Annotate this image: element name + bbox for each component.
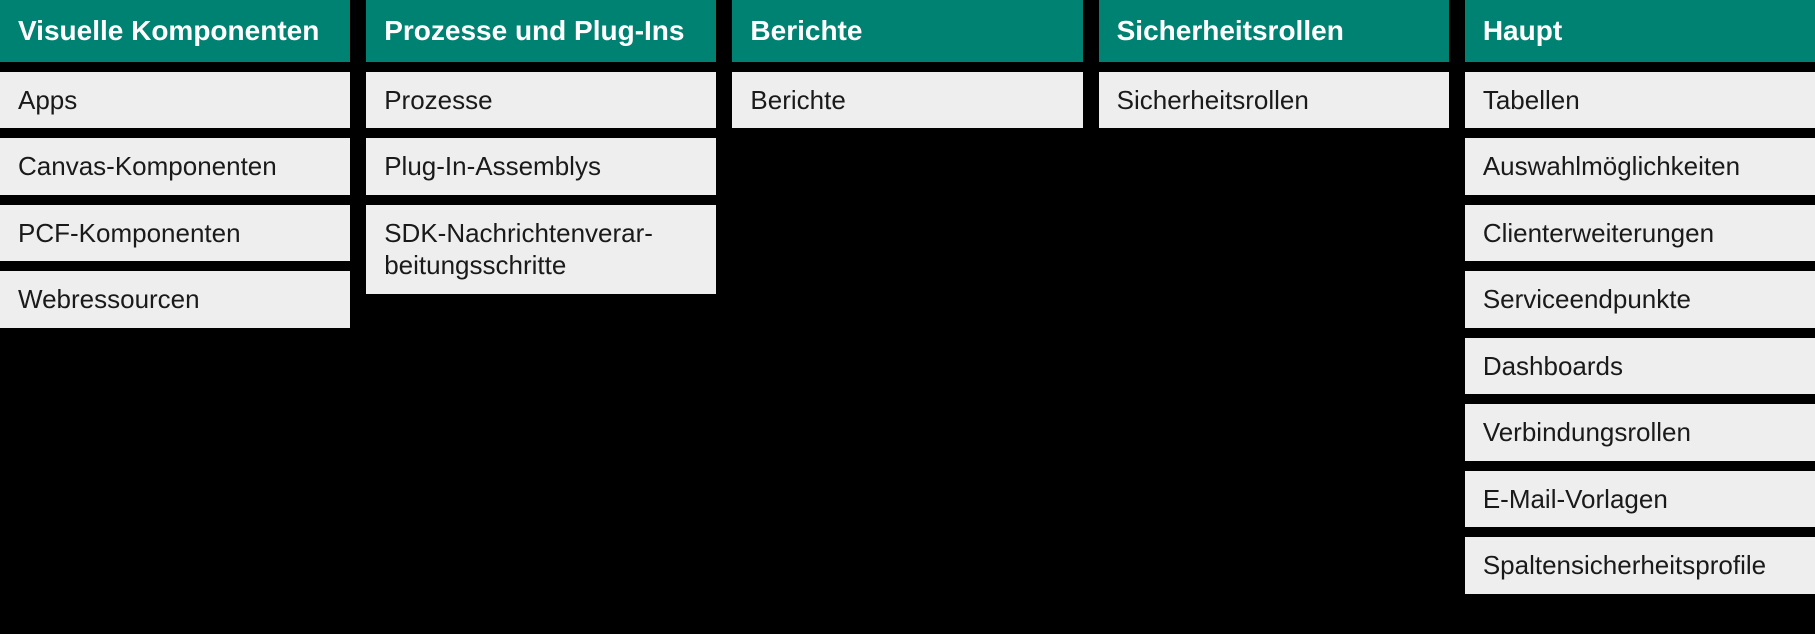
column-header: Prozesse und Plug-Ins [366, 0, 716, 72]
category-container: Visuelle Komponenten Apps Canvas-Kompone… [0, 0, 1815, 634]
column-haupt: Haupt Tabellen Auswahlmöglichkeiten Clie… [1465, 0, 1815, 604]
item-serviceendpunkte[interactable]: Serviceendpunkte [1465, 271, 1815, 338]
column-header: Sicherheitsrollen [1099, 0, 1449, 72]
item-plugin-assemblys[interactable]: Plug-In-Assemblys [366, 138, 716, 205]
column-header: Haupt [1465, 0, 1815, 72]
item-sdk-nachrichten[interactable]: SDK-Nachrichtenverar­beitungsschritte [366, 205, 716, 304]
item-apps[interactable]: Apps [0, 72, 350, 139]
item-berichte[interactable]: Berichte [732, 72, 1082, 139]
item-dashboards[interactable]: Dashboards [1465, 338, 1815, 405]
item-spaltensicherheitsprofile[interactable]: Spaltensicherheitsprofile [1465, 537, 1815, 604]
item-tabellen[interactable]: Tabellen [1465, 72, 1815, 139]
item-canvas-komponenten[interactable]: Canvas-Komponenten [0, 138, 350, 205]
item-verbindungsrollen[interactable]: Verbindungsrollen [1465, 404, 1815, 471]
column-visuelle-komponenten: Visuelle Komponenten Apps Canvas-Kompone… [0, 0, 350, 338]
item-sicherheitsrollen[interactable]: Sicherheitsrollen [1099, 72, 1449, 139]
column-header: Berichte [732, 0, 1082, 72]
item-pcf-komponenten[interactable]: PCF-Komponenten [0, 205, 350, 272]
column-header: Visuelle Komponenten [0, 0, 350, 72]
column-prozesse-und-plugins: Prozesse und Plug-Ins Prozesse Plug-In-A… [366, 0, 716, 304]
column-berichte: Berichte Berichte [732, 0, 1082, 138]
item-prozesse[interactable]: Prozesse [366, 72, 716, 139]
item-auswahlmoeglichkeiten[interactable]: Auswahlmöglichkeiten [1465, 138, 1815, 205]
column-sicherheitsrollen: Sicherheitsrollen Sicherheitsrollen [1099, 0, 1449, 138]
item-clienterweiterungen[interactable]: Clienterweiterungen [1465, 205, 1815, 272]
item-webressourcen[interactable]: Webressourcen [0, 271, 350, 338]
item-email-vorlagen[interactable]: E-Mail-Vorlagen [1465, 471, 1815, 538]
